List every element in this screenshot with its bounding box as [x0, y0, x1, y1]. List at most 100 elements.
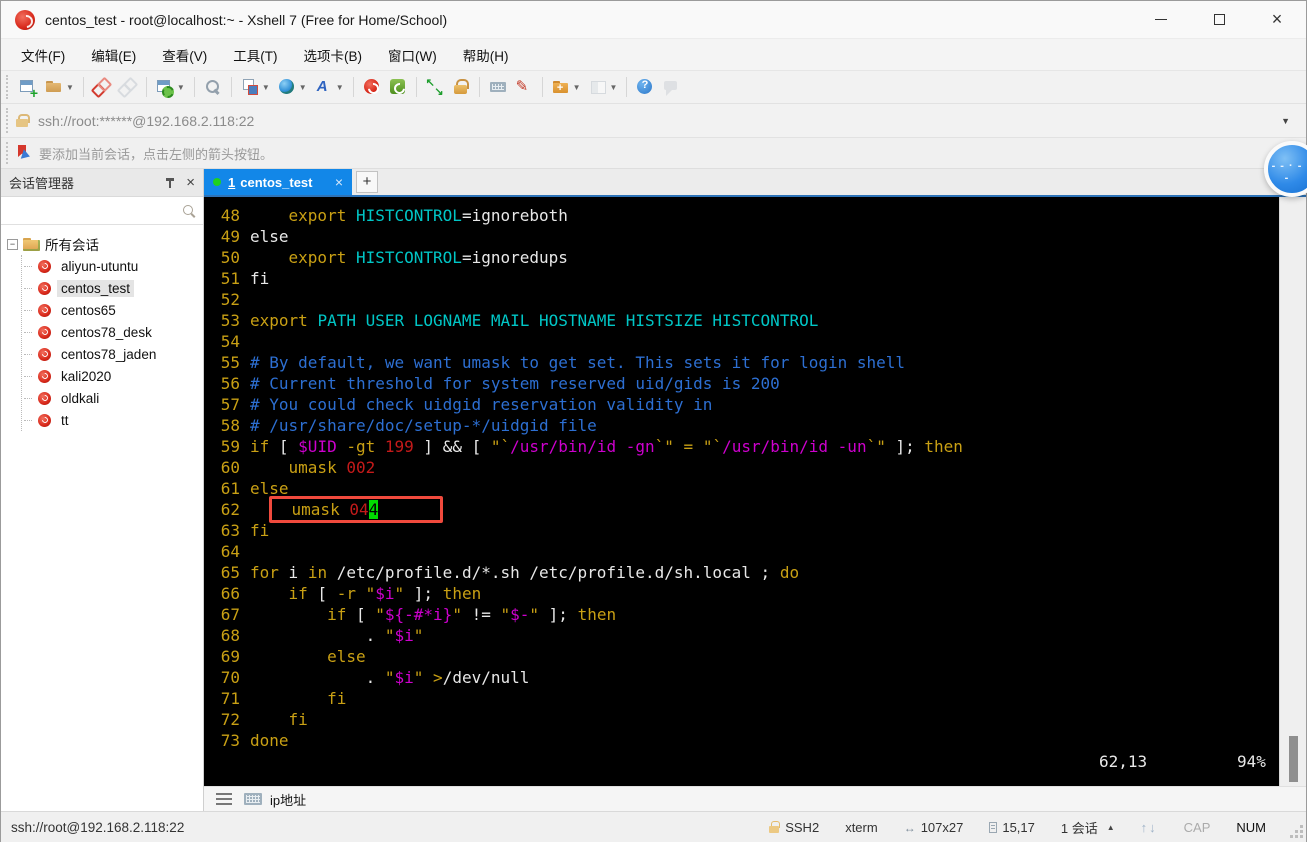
- session-list: aliyun-utuntu centos_test centos65 centos78…: [21, 255, 203, 431]
- session-label: kali2020: [61, 368, 112, 384]
- session-item-aliyun-utuntu[interactable]: aliyun-utuntu: [22, 255, 203, 277]
- infobar-drag-handle[interactable]: [6, 142, 9, 164]
- hamburger-icon[interactable]: [216, 798, 232, 800]
- session-item-kali2020[interactable]: kali2020: [22, 365, 203, 387]
- session-item-centos78_desk[interactable]: centos78_desk: [22, 321, 203, 343]
- folder-icon: [23, 237, 40, 251]
- web-dropdown-icon[interactable]: ▼: [299, 83, 307, 92]
- session-properties-button[interactable]: ▼: [153, 76, 188, 98]
- xshell-window: { "window": { "title": "centos_test - ro…: [0, 0, 1307, 842]
- terminal-screen[interactable]: 48 export HISTCONTROL=ignoreboth 49 else 50…: [204, 197, 1279, 786]
- vim-ruler: 62,13 94%: [204, 751, 1279, 772]
- xftp-button[interactable]: [386, 76, 410, 98]
- menu-item-0[interactable]: 文件(F): [21, 45, 65, 65]
- minimize-button[interactable]: [1132, 1, 1190, 38]
- tree-root-label[interactable]: 所有会话: [45, 234, 99, 254]
- session-tree-root[interactable]: − 所有会话: [7, 233, 203, 255]
- menu-item-5[interactable]: 窗口(W): [388, 45, 437, 65]
- pin-icon[interactable]: [164, 177, 176, 189]
- quick-command-bar: ip地址: [204, 786, 1306, 811]
- scroll-arrows[interactable]: ↑↓: [1141, 820, 1158, 835]
- session-label: tt: [61, 412, 69, 428]
- session-properties-dropdown-icon[interactable]: ▼: [177, 83, 185, 92]
- line-number: 65: [220, 563, 240, 582]
- menu-item-2[interactable]: 查看(V): [162, 45, 207, 65]
- status-connection: ssh://root@192.168.2.118:22: [11, 820, 185, 835]
- help-button[interactable]: [633, 76, 657, 98]
- terminal-line-59: 59 if [ $UID -gt 199 ] && [ "`/usr/bin/id…: [220, 437, 963, 456]
- address-dropdown-icon[interactable]: ▼: [1275, 116, 1296, 126]
- tile-windows-dropdown-icon[interactable]: ▼: [610, 83, 618, 92]
- feedback-icon: [662, 78, 680, 96]
- session-item-tt[interactable]: tt: [22, 409, 203, 431]
- toolbar-separator: [193, 77, 195, 97]
- new-folder-button[interactable]: ▼: [549, 76, 584, 98]
- new-terminal-button[interactable]: [16, 76, 40, 101]
- tab-close-icon[interactable]: ×: [335, 175, 343, 189]
- disconnect-button[interactable]: [90, 76, 114, 98]
- xshell-icon: [363, 78, 381, 96]
- line-number: 56: [220, 374, 240, 393]
- quick-command-label[interactable]: ip地址: [270, 790, 306, 809]
- session-item-centos65[interactable]: centos65: [22, 299, 203, 321]
- num-lock-indicator[interactable]: NUM: [1236, 820, 1266, 835]
- address-url[interactable]: ssh://root:******@192.168.2.118:22: [38, 113, 1275, 129]
- line-number: 48: [220, 206, 240, 225]
- web-button[interactable]: ▼: [275, 76, 310, 98]
- status-protocol: SSH2: [768, 820, 819, 835]
- virtual-keyboard-button[interactable]: [486, 76, 510, 98]
- open-folder-button[interactable]: ▼: [42, 76, 77, 98]
- connected-status-icon: [213, 178, 221, 186]
- font-dropdown-icon[interactable]: ▼: [336, 83, 344, 92]
- xshell-button[interactable]: [360, 76, 384, 98]
- lock-screen-button[interactable]: [449, 76, 473, 98]
- addressbar-drag-handle[interactable]: [6, 108, 9, 133]
- highlight-pen-button[interactable]: [512, 76, 536, 98]
- keyboard-icon[interactable]: [244, 793, 262, 805]
- new-terminal-icon: [19, 78, 38, 101]
- new-folder-dropdown-icon[interactable]: ▼: [573, 83, 581, 92]
- layout-dropdown-icon[interactable]: ▼: [262, 83, 270, 92]
- terminal-line-49: 49 else: [220, 227, 289, 246]
- panel-close-icon[interactable]: ×: [186, 175, 195, 190]
- open-folder-dropdown-icon[interactable]: ▼: [66, 83, 74, 92]
- resize-grip[interactable]: [1300, 835, 1303, 838]
- font-button[interactable]: ▼: [312, 76, 347, 98]
- session-search-input[interactable]: [7, 200, 181, 221]
- maximize-button[interactable]: [1190, 1, 1248, 38]
- search-icon[interactable]: [181, 203, 197, 219]
- find-button[interactable]: [201, 76, 225, 98]
- scroll-percent: 94%: [1237, 752, 1266, 771]
- layout-button[interactable]: ▼: [238, 76, 273, 98]
- status-session-count[interactable]: 1 会话 ▲: [1061, 818, 1115, 837]
- annotation-box: umask 044: [269, 496, 444, 523]
- session-item-oldkali[interactable]: oldkali: [22, 387, 203, 409]
- highlight-pen-icon: [515, 77, 533, 96]
- menu-item-1[interactable]: 编辑(E): [91, 45, 136, 65]
- menu-item-4[interactable]: 选项卡(B): [304, 45, 363, 65]
- web-icon: [278, 78, 296, 96]
- terminal-line-51: 51 fi: [220, 269, 270, 288]
- menu-item-6[interactable]: 帮助(H): [463, 45, 509, 65]
- close-button[interactable]: ×: [1248, 1, 1306, 38]
- flag-arrow-icon: [17, 145, 31, 161]
- caps-lock-indicator[interactable]: CAP: [1184, 820, 1211, 835]
- virtual-keyboard-icon: [489, 78, 507, 96]
- terminal-line-67: 67 if [ "${-#*i}" != "$-" ]; then: [220, 605, 617, 624]
- line-number: 49: [220, 227, 240, 246]
- fullscreen-button[interactable]: [423, 76, 447, 98]
- session-dropdown-icon[interactable]: ▲: [1107, 823, 1115, 832]
- session-manager-panel: 会话管理器 × − 所有会话 aliyun-utuntu centos_test c…: [1, 169, 204, 811]
- scrollbar-thumb[interactable]: [1289, 736, 1298, 782]
- tree-expander-icon[interactable]: −: [7, 238, 18, 250]
- toolbar-drag-handle[interactable]: [6, 75, 9, 99]
- new-tab-button[interactable]: +: [356, 171, 378, 193]
- terminal-scrollbar[interactable]: [1279, 197, 1306, 786]
- session-item-centos78_jaden[interactable]: centos78_jaden: [22, 343, 203, 365]
- session-search[interactable]: [1, 197, 203, 225]
- status-terminal-type[interactable]: xterm: [845, 820, 878, 835]
- session-item-centos_test[interactable]: centos_test: [22, 277, 203, 299]
- menu-item-3[interactable]: 工具(T): [233, 45, 277, 65]
- address-bar[interactable]: ssh://root:******@192.168.2.118:22 ▼: [1, 104, 1306, 138]
- tab-centos-test[interactable]: 1 centos_test ×: [204, 169, 352, 195]
